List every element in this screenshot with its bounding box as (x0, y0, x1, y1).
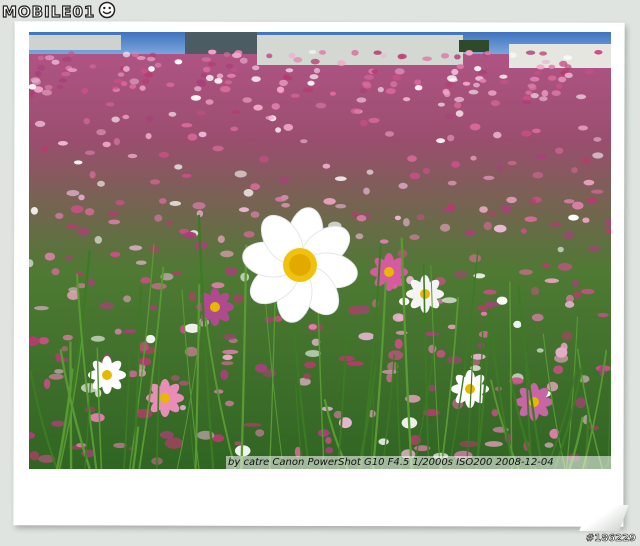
photo-frame-curl (579, 505, 629, 531)
cosmos-flower-field-icon (29, 32, 611, 469)
photo-caption: by catre Canon PowerShot G10 F4.5 1/2000… (226, 456, 611, 469)
image-id-watermark: #186229 (585, 533, 637, 545)
site-logo-text: MOBILE01 (1, 2, 96, 21)
smiley-face-icon (98, 1, 116, 23)
cosmos-flower-photo (29, 32, 611, 469)
site-logo[interactable]: MOBILE01 (1, 1, 126, 23)
